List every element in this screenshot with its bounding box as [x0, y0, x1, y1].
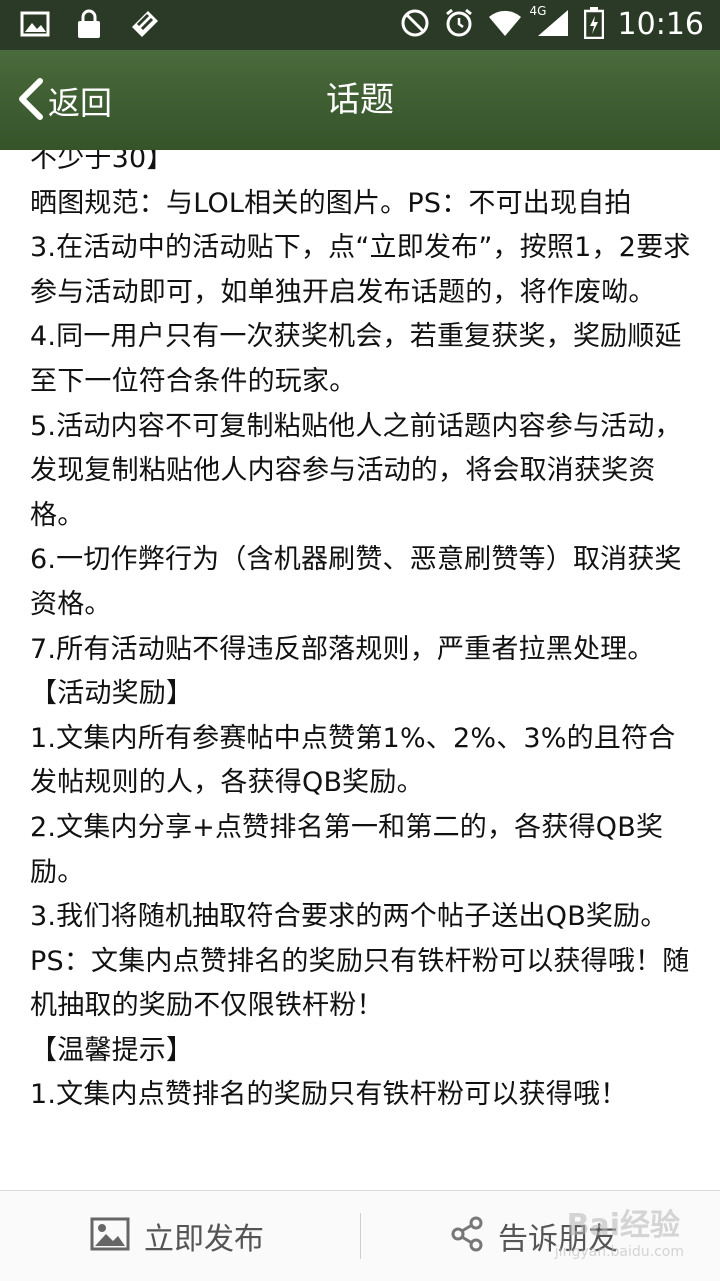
watermark-logo: Bai经验 — [566, 1208, 680, 1243]
status-bar-left — [20, 8, 162, 44]
alarm-icon — [444, 8, 474, 42]
picture-icon — [90, 1217, 130, 1255]
paragraph: 6.一切作弊行为（含机器刷赞、恶意刷赞等）取消获奖资格。 — [30, 544, 682, 620]
section-heading: 【活动奖励】 — [30, 678, 194, 710]
chevron-left-icon — [16, 77, 46, 125]
publish-label: 立即发布 — [144, 1222, 264, 1257]
clean-icon — [128, 9, 162, 43]
status-time: 10:16 — [617, 7, 704, 42]
paragraph: 晒图规范：与LOL相关的图片。PS：不可出现自拍 — [30, 187, 632, 219]
paragraph: 不少于30】 — [30, 150, 174, 174]
back-label: 返回 — [48, 84, 113, 122]
image-icon — [20, 9, 50, 43]
status-bar: 4G 10:16 — [0, 0, 720, 50]
paragraph: PS：文集内点赞排名的奖励只有铁杆粉可以获得哦！随机抽取的奖励不仅限铁杆粉！ — [30, 945, 690, 1022]
wifi-icon — [488, 9, 522, 41]
share-icon — [450, 1216, 484, 1256]
paragraph: 5.活动内容不可复制粘贴他人之前话题内容参与活动，发现复制粘贴他人内容参与活动的… — [30, 410, 682, 531]
paragraph: 7.所有活动贴不得违反部落规则，严重者拉黑处理。 — [30, 633, 655, 665]
no-disturb-icon — [400, 8, 430, 42]
section-heading: 【温馨提示】 — [30, 1034, 194, 1066]
network-type-label: 4G — [529, 4, 547, 18]
paragraph: 2.文集内分享+点赞排名第一和第二的，各获得QB奖励。 — [30, 811, 664, 888]
nav-bar: 返回 话题 — [0, 50, 720, 151]
status-bar-right: 4G 10:16 — [400, 4, 704, 44]
paragraph: 4.同一用户只有一次获奖机会，若重复获奖，奖励顺延至下一位符合条件的玩家。 — [30, 321, 682, 397]
battery-icon — [583, 7, 604, 43]
lock-icon — [76, 8, 102, 44]
signal-icon: 4G — [530, 4, 570, 42]
divider — [360, 1213, 361, 1259]
watermark-url: jingyan.baidu.com — [554, 1244, 684, 1260]
paragraph: 3.在活动中的活动贴下，点“立即发布”，按照1，2要求参与活动即可，如单独开启发… — [30, 232, 691, 308]
paragraph: 3.我们将随机抽取符合要求的两个帖子送出QB奖励。 — [30, 901, 668, 933]
publish-button[interactable]: 立即发布 — [90, 1191, 264, 1281]
topic-content[interactable]: 不少于30】 晒图规范：与LOL相关的图片。PS：不可出现自拍 3.在活动中的活… — [0, 150, 720, 1190]
paragraph: 1.文集内点赞排名的奖励只有铁杆粉可以获得哦！ — [30, 1079, 628, 1111]
paragraph: 1.文集内所有参赛帖中点赞第1%、2%、3%的且符合发帖规则的人，各获得QB奖励… — [30, 722, 676, 799]
back-button[interactable]: 返回 — [16, 76, 112, 126]
topic-body: 不少于30】 晒图规范：与LOL相关的图片。PS：不可出现自拍 3.在活动中的活… — [30, 150, 698, 1118]
